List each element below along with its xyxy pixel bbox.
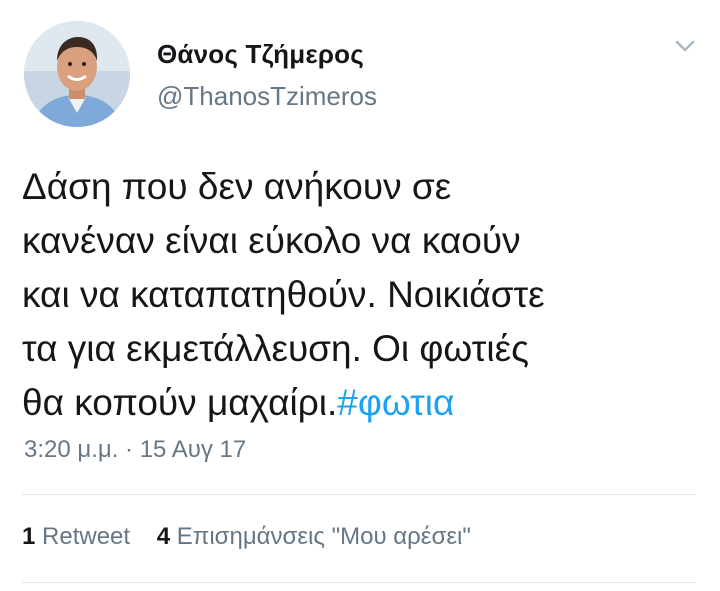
avatar[interactable]	[24, 21, 130, 127]
retweets-label: Retweet	[42, 523, 131, 550]
tweet-text-line: τα για εκμετάλλευση. Οι φωτιές	[22, 328, 529, 369]
retweets-count: 1	[22, 523, 36, 550]
retweets-stat[interactable]: 1 Retweet	[22, 523, 130, 551]
tweet-text-line: κανέναν είναι εύκολο να καούν	[22, 220, 521, 261]
tweet-text-line: Δάση που δεν ανήκουν σε	[22, 166, 452, 207]
tweet-text-line: και να καταπατηθούν. Νοικιάστε	[22, 274, 545, 315]
hashtag-link[interactable]: #φωτια	[337, 382, 454, 423]
chevron-down-icon[interactable]	[674, 38, 696, 54]
tweet-stats: 1 Retweet 4 Επισημάνσεις "Μου αρέσει"	[22, 523, 491, 551]
tweet-text-line-last: θα κοπούν μαχαίρι.#φωτια	[22, 376, 702, 430]
likes-count: 4	[156, 523, 171, 550]
likes-stat[interactable]: 4 Επισημάνσεις "Μου αρέσει"	[157, 523, 471, 551]
divider	[22, 582, 696, 583]
tweet-text-segment: θα κοπούν μαχαίρι.	[22, 382, 338, 423]
divider	[22, 494, 696, 495]
likes-label: Επισημάνσεις "Μου αρέσει"	[176, 523, 471, 550]
author-handle[interactable]: @ThanosTzimeros	[157, 81, 377, 112]
tweet-text: Δάση που δεν ανήκουν σε κανέναν είναι εύ…	[22, 160, 702, 430]
tweet-card: Θάνος Τζήμερος @ThanosTzimeros Δάση που …	[0, 0, 720, 591]
tweet-timestamp[interactable]: 3:20 μ.μ. · 15 Αυγ 17	[24, 436, 246, 464]
avatar-photo	[24, 21, 130, 127]
author-display-name[interactable]: Θάνος Τζήμερος	[157, 39, 364, 70]
